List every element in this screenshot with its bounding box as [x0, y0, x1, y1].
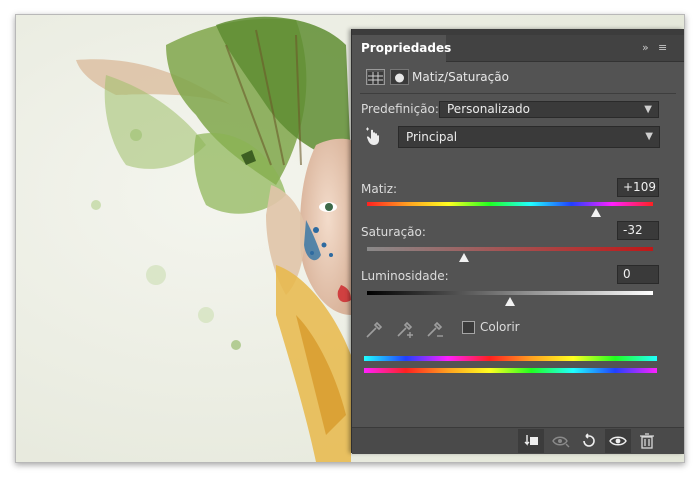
header-divider: [360, 93, 676, 94]
chevron-down-icon: ▼: [644, 104, 652, 115]
preset-label: Predefinição:: [361, 102, 439, 116]
colorize-label: Colorir: [480, 320, 520, 334]
panel-footer: [352, 427, 684, 454]
hue-label: Matiz:: [361, 182, 398, 196]
eyedropper-plus-icon[interactable]: [394, 318, 416, 340]
hue-slider-track[interactable]: [367, 202, 653, 206]
chevron-down-icon: ▼: [645, 131, 653, 142]
result-color-bar: [364, 368, 657, 373]
saturation-slider-track[interactable]: [367, 247, 653, 251]
channel-select[interactable]: Principal ▼: [398, 126, 660, 148]
clip-to-layer-icon[interactable]: [518, 429, 544, 453]
adjustment-layer-icon[interactable]: [366, 69, 385, 85]
saturation-value-field[interactable]: -32: [617, 221, 659, 240]
adjustment-title: Matiz/Saturação: [412, 70, 509, 84]
adjustment-header: Matiz/Saturação: [352, 62, 684, 93]
mask-icon[interactable]: [390, 69, 409, 85]
saturation-slider-thumb[interactable]: [459, 253, 470, 262]
trash-icon[interactable]: [634, 429, 660, 453]
colorize-checkbox[interactable]: [462, 321, 475, 334]
tab-properties[interactable]: Propriedades: [352, 35, 451, 62]
lightness-value-field[interactable]: 0: [617, 265, 659, 284]
view-previous-state-icon[interactable]: [548, 429, 574, 453]
hue-value-field[interactable]: +109: [617, 178, 659, 197]
saturation-label: Saturação:: [361, 225, 426, 239]
screenshot-frame: Propriedades » ≡ Matiz/Saturação Predefi…: [15, 14, 685, 463]
hand-target-icon[interactable]: [364, 127, 384, 147]
properties-panel: Propriedades » ≡ Matiz/Saturação Predefi…: [351, 29, 684, 454]
channel-value: Principal: [406, 130, 458, 144]
lightness-slider-track[interactable]: [367, 291, 653, 295]
panel-menu-icon[interactable]: ≡: [658, 41, 667, 55]
lightness-slider-thumb[interactable]: [505, 297, 515, 306]
panel-tab-bar: Propriedades » ≡: [352, 35, 684, 62]
reset-icon[interactable]: [576, 429, 602, 453]
visibility-eye-icon[interactable]: [605, 429, 631, 453]
preset-value: Personalizado: [447, 102, 530, 116]
lightness-label: Luminosidade:: [361, 269, 449, 283]
preset-select[interactable]: Personalizado ▼: [439, 101, 659, 118]
source-color-bar: [364, 356, 657, 361]
eyedropper-icon[interactable]: [364, 318, 386, 340]
eyedropper-minus-icon[interactable]: [424, 318, 446, 340]
hue-slider-thumb[interactable]: [590, 208, 601, 217]
collapse-panel-icon[interactable]: »: [642, 41, 649, 55]
